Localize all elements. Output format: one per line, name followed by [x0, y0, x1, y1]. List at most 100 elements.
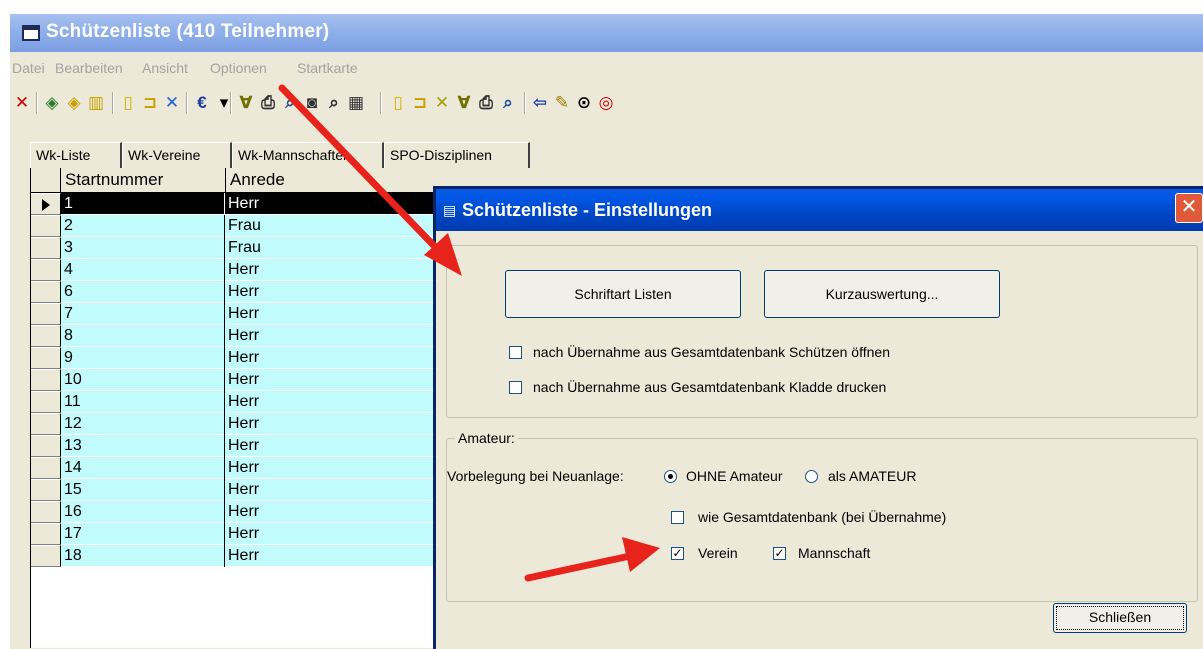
cell-startnummer[interactable]: 12: [61, 413, 225, 435]
summary-button[interactable]: Kurzauswertung...: [764, 270, 1000, 318]
cell-startnummer[interactable]: 1: [61, 193, 225, 215]
column-anrede[interactable]: Anrede: [225, 168, 451, 192]
cell-anrede[interactable]: Herr: [225, 523, 451, 545]
cell-anrede[interactable]: Herr: [225, 259, 451, 281]
row-selector[interactable]: [31, 523, 61, 545]
team-checkbox[interactable]: ✓: [773, 547, 786, 560]
cell-anrede[interactable]: Herr: [225, 347, 451, 369]
row-selector[interactable]: [31, 259, 61, 281]
table-row[interactable]: 6 Herr: [61, 281, 451, 303]
column-startnummer[interactable]: Startnummer: [60, 168, 225, 192]
open-folder-icon[interactable]: ⊐: [140, 92, 160, 112]
cell-startnummer[interactable]: 17: [61, 523, 225, 545]
print-icon[interactable]: ⎙: [258, 92, 278, 112]
cell-anrede[interactable]: Frau: [225, 237, 451, 259]
table-row[interactable]: 9 Herr: [61, 347, 451, 369]
cell-anrede[interactable]: Herr: [225, 281, 451, 303]
row-selector[interactable]: [31, 325, 61, 347]
like-database-checkbox[interactable]: [671, 511, 684, 524]
tab-wk-mannschaften[interactable]: Wk-Mannschaften: [232, 142, 384, 168]
row-selector[interactable]: [31, 193, 61, 215]
cell-anrede[interactable]: Frau: [225, 215, 451, 237]
cell-startnummer[interactable]: 6: [61, 281, 225, 303]
cell-startnummer[interactable]: 18: [61, 545, 225, 567]
new-document-icon[interactable]: ▯: [118, 92, 138, 112]
cell-startnummer[interactable]: 11: [61, 391, 225, 413]
cell-anrede[interactable]: Herr: [225, 369, 451, 391]
tab-wk-liste[interactable]: Wk-Liste: [30, 142, 122, 168]
tab-wk-vereine[interactable]: Wk-Vereine: [122, 142, 232, 168]
target-icon[interactable]: ⊙: [574, 92, 594, 112]
cell-anrede[interactable]: Herr: [225, 435, 451, 457]
dialog-close-button[interactable]: ✕: [1175, 193, 1203, 223]
cell-startnummer[interactable]: 16: [61, 501, 225, 523]
print-preview-icon-2[interactable]: ⌕: [498, 92, 518, 112]
row-selector[interactable]: [31, 215, 61, 237]
cell-anrede[interactable]: Herr: [225, 193, 451, 215]
table-row[interactable]: 10 Herr: [61, 369, 451, 391]
cell-startnummer[interactable]: 3: [61, 237, 225, 259]
cell-startnummer[interactable]: 15: [61, 479, 225, 501]
table-row[interactable]: 8 Herr: [61, 325, 451, 347]
club-checkbox[interactable]: ✓: [671, 547, 684, 560]
font-lists-button[interactable]: Schriftart Listen: [505, 270, 741, 318]
menu-bearbeiten[interactable]: Bearbeiten: [55, 60, 123, 76]
delete-icon[interactable]: ✕: [12, 92, 32, 112]
table-row[interactable]: 4 Herr: [61, 259, 451, 281]
row-selector[interactable]: [31, 281, 61, 303]
row-selector[interactable]: [31, 303, 61, 325]
euro-icon[interactable]: €: [192, 92, 212, 112]
table-row[interactable]: 17 Herr: [61, 523, 451, 545]
cancel-icon-2[interactable]: ✕: [432, 92, 452, 112]
target-red-icon[interactable]: ◎: [596, 92, 616, 112]
table-row[interactable]: 15 Herr: [61, 479, 451, 501]
table-row[interactable]: 3 Frau: [61, 237, 451, 259]
back-arrow-icon[interactable]: ⇦: [530, 92, 550, 112]
row-selector[interactable]: [31, 369, 61, 391]
cell-startnummer[interactable]: 4: [61, 259, 225, 281]
row-selector[interactable]: [31, 479, 61, 501]
cell-startnummer[interactable]: 13: [61, 435, 225, 457]
table-row[interactable]: 13 Herr: [61, 435, 451, 457]
cancel-icon[interactable]: ✕: [162, 92, 182, 112]
row-selector[interactable]: [31, 545, 61, 567]
filter-icon-2[interactable]: ∀: [454, 92, 474, 112]
cell-startnummer[interactable]: 14: [61, 457, 225, 479]
table-row[interactable]: 11 Herr: [61, 391, 451, 413]
cell-startnummer[interactable]: 8: [61, 325, 225, 347]
filter-icon[interactable]: ∀: [236, 92, 256, 112]
open-after-import-checkbox[interactable]: [509, 346, 522, 359]
close-button[interactable]: Schließen: [1053, 603, 1187, 633]
tab-spo-disziplinen[interactable]: SPO-Disziplinen: [384, 142, 530, 168]
cell-startnummer[interactable]: 9: [61, 347, 225, 369]
cell-anrede[interactable]: Herr: [225, 457, 451, 479]
new-document-icon-2[interactable]: ▯: [388, 92, 408, 112]
row-selector[interactable]: [31, 237, 61, 259]
cell-anrede[interactable]: Herr: [225, 479, 451, 501]
menu-ansicht[interactable]: Ansicht: [142, 60, 188, 76]
table-row[interactable]: 16 Herr: [61, 501, 451, 523]
row-selector[interactable]: [31, 413, 61, 435]
table-icon[interactable]: ▦: [346, 92, 366, 112]
preview-icon[interactable]: ⌕: [324, 92, 344, 112]
row-selector[interactable]: [31, 391, 61, 413]
participant-grid[interactable]: Startnummer Anrede 1 Herr 2 Frau 3 Frau 4 Herr 6…: [30, 168, 451, 648]
table-row[interactable]: 18 Herr: [61, 545, 451, 567]
as-amateur-radio[interactable]: [805, 470, 818, 483]
menu-optionen[interactable]: Optionen: [210, 60, 267, 76]
print-preview-icon[interactable]: ⌕: [280, 92, 300, 112]
row-selector[interactable]: [31, 347, 61, 369]
cell-anrede[interactable]: Herr: [225, 545, 451, 567]
books-icon[interactable]: ▥: [86, 92, 106, 112]
table-row[interactable]: 14 Herr: [61, 457, 451, 479]
row-selector[interactable]: [31, 457, 61, 479]
row-selector[interactable]: [31, 435, 61, 457]
cell-anrede[interactable]: Herr: [225, 413, 451, 435]
cell-anrede[interactable]: Herr: [225, 501, 451, 523]
table-row[interactable]: 12 Herr: [61, 413, 451, 435]
table-row[interactable]: 1 Herr: [61, 193, 451, 215]
cell-anrede[interactable]: Herr: [225, 325, 451, 347]
menu-datei[interactable]: Datei: [12, 60, 45, 76]
table-row[interactable]: 7 Herr: [61, 303, 451, 325]
cell-startnummer[interactable]: 2: [61, 215, 225, 237]
